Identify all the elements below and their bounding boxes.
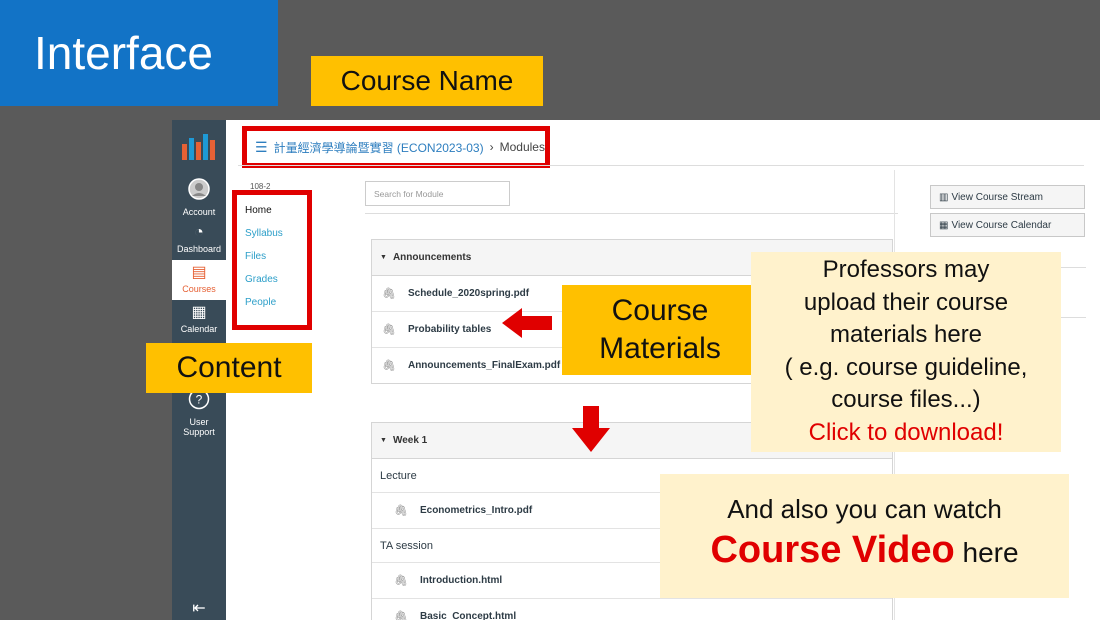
hamburger-icon[interactable]: ☰ <box>255 139 268 156</box>
view-course-stream-label: View Course Stream <box>951 191 1043 203</box>
upload-note: Professors may upload their course mater… <box>751 252 1061 452</box>
nav-account[interactable]: Account <box>172 178 226 217</box>
course-nav: Home Syllabus Files Grades People <box>232 190 312 330</box>
attachment-icon: 🖇 <box>382 288 396 300</box>
nav-dashboard-label: Dashboard <box>176 244 222 254</box>
note-line-video: Course Video here <box>660 529 1069 572</box>
nav-account-label: Account <box>182 207 216 217</box>
module-title: Announcements <box>392 252 472 263</box>
attachment-icon: 🖇 <box>382 324 396 336</box>
course-materials-label: Course Materials <box>562 285 758 375</box>
calendar-icon: ▦ <box>191 304 207 321</box>
module-title: Week 1 <box>392 435 428 446</box>
note-line: upload their course <box>803 288 1009 316</box>
view-course-stream-button[interactable]: ▥ View Course Stream <box>930 185 1085 209</box>
collapse-nav-icon[interactable]: ⇤ <box>172 598 226 618</box>
breadcrumb-current-page: Modules <box>499 140 545 154</box>
note-line: course files...) <box>831 386 981 413</box>
down-arrow-icon <box>572 406 610 452</box>
module-search-input[interactable]: Search for Module <box>365 181 510 206</box>
breadcrumb-course-link[interactable]: 計量經濟學導論暨實習 (ECON2023-03) <box>274 139 484 156</box>
breadcrumb-separator: › <box>489 140 494 154</box>
collapse-icon[interactable]: ▼ <box>380 254 387 261</box>
module-item-link[interactable]: Announcements_FinalExam.pdf <box>408 360 560 371</box>
collapse-icon[interactable]: ▼ <box>380 437 387 444</box>
note-suffix: here <box>954 537 1019 568</box>
module-item-link[interactable]: Probability tables <box>408 324 491 335</box>
video-note: And also you can watch Course Video here <box>660 474 1069 598</box>
note-line: Professors may <box>822 256 990 283</box>
attachment-icon: 🖇 <box>394 505 408 517</box>
svg-text:?: ? <box>196 393 203 407</box>
courses-icon: ▤ <box>191 264 207 281</box>
course-nav-grades[interactable]: Grades <box>245 274 307 297</box>
note-line: ( e.g. course guideline, <box>784 353 1028 381</box>
nav-dashboard[interactable]: ◔ Dashboard <box>172 224 226 254</box>
view-course-calendar-button[interactable]: ▦ View Course Calendar <box>930 213 1085 237</box>
course-nav-home[interactable]: Home <box>245 205 307 228</box>
course-nav-people[interactable]: People <box>245 297 307 320</box>
account-icon <box>172 178 226 205</box>
nav-user-support[interactable]: ? User Support <box>172 388 226 437</box>
breadcrumb: ☰ 計量經濟學導論暨實習 (ECON2023-03) › Modules <box>242 126 550 168</box>
note-line: And also you can watch <box>727 494 1002 524</box>
nav-calendar[interactable]: ▦ Calendar <box>172 304 226 334</box>
search-divider <box>365 213 898 214</box>
module-item-link[interactable]: Basic_Concept.html <box>420 611 516 620</box>
calendar-icon: ▦ <box>939 219 949 231</box>
nav-user-support-label: User Support <box>183 417 215 437</box>
left-arrow-icon <box>502 308 552 338</box>
dashboard-icon: ◔ <box>194 224 204 241</box>
attachment-icon: 🖇 <box>382 360 396 372</box>
module-item-link[interactable]: Econometrics_Intro.pdf <box>420 505 532 516</box>
note-line: materials here <box>829 321 983 348</box>
module-item-link[interactable]: Schedule_2020spring.pdf <box>408 288 529 299</box>
course-name-label: Course Name <box>311 56 543 106</box>
view-course-calendar-label: View Course Calendar <box>951 219 1052 231</box>
slide-title: Interface <box>0 0 278 106</box>
course-nav-files[interactable]: Files <box>245 251 307 274</box>
download-cta: Click to download! <box>808 418 1004 446</box>
stream-icon: ▥ <box>939 191 949 203</box>
nav-calendar-label: Calendar <box>180 324 218 334</box>
canvas-logo[interactable] <box>172 130 226 164</box>
attachment-icon: 🖇 <box>394 575 408 587</box>
module-item[interactable]: 🖇 Basic_Concept.html <box>372 599 892 620</box>
nav-courses[interactable]: ▤ Courses <box>172 260 226 300</box>
course-video-highlight: Course Video <box>710 529 955 571</box>
nav-courses-label: Courses <box>182 284 216 294</box>
course-nav-syllabus[interactable]: Syllabus <box>245 228 307 251</box>
module-item-link[interactable]: Introduction.html <box>420 575 502 586</box>
attachment-icon: 🖇 <box>394 611 408 620</box>
logo-icon <box>182 134 215 160</box>
content-label: Content <box>146 343 312 393</box>
header-divider <box>238 165 1084 166</box>
